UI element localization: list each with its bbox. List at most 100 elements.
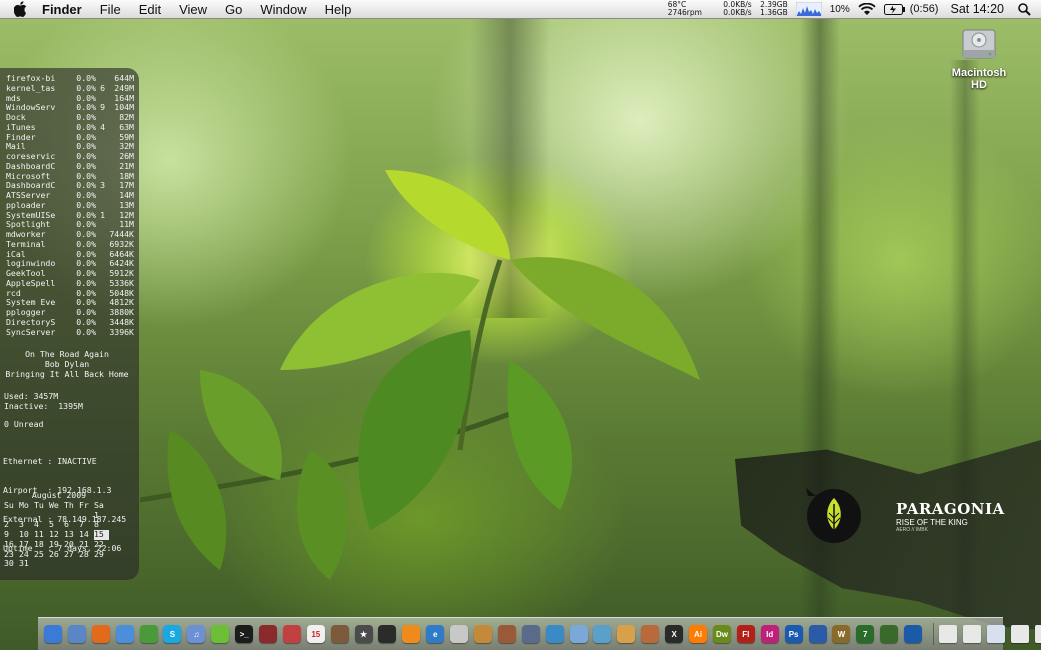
process-list: firefox-bi 0.0% 644M kernel_tas 0.0% 6 249M mds… bbox=[6, 73, 134, 338]
battery-charging-icon[interactable] bbox=[883, 3, 906, 15]
finder-icon[interactable] bbox=[44, 625, 62, 643]
menu-file[interactable]: File bbox=[100, 2, 121, 17]
process-threads: 9 bbox=[100, 102, 105, 113]
indesign-icon[interactable]: Id bbox=[760, 625, 779, 643]
network-monitor[interactable]: 0.0KB/s 0.0KB/s bbox=[718, 1, 751, 17]
menu-help[interactable]: Help bbox=[325, 2, 352, 17]
process-name: WindowServ bbox=[6, 103, 56, 113]
process-threads bbox=[96, 191, 105, 201]
process-threads bbox=[96, 250, 105, 260]
process-threads bbox=[96, 279, 105, 289]
calendar-day: 27 bbox=[64, 548, 74, 559]
firefox-icon[interactable] bbox=[91, 625, 110, 643]
process-name: iCal bbox=[6, 249, 26, 259]
process-name: GeekTool bbox=[6, 269, 46, 278]
menu-clock[interactable]: Sat 14:20 bbox=[950, 2, 1004, 16]
battery-percent: 10% bbox=[829, 3, 850, 15]
process-row: Microsoft 0.0% 18M bbox=[6, 171, 134, 182]
temperature-monitor[interactable]: 68°C 2746rpm bbox=[668, 1, 710, 17]
safari-icon[interactable] bbox=[115, 625, 134, 643]
process-name: coreservic bbox=[6, 152, 56, 161]
document-stack-icon[interactable] bbox=[1010, 625, 1029, 643]
process-row: ATSServer 0.0% 14M bbox=[6, 190, 134, 201]
process-threads bbox=[96, 240, 105, 250]
process-name: Finder bbox=[6, 132, 36, 142]
process-row: Finder 0.0% 59M bbox=[6, 132, 134, 143]
mail-icon[interactable] bbox=[569, 625, 588, 643]
calendar-day: 29 bbox=[94, 548, 104, 559]
menu-view[interactable]: View bbox=[179, 2, 207, 17]
keynote-icon[interactable] bbox=[497, 625, 516, 643]
itunes-icon[interactable]: ♫ bbox=[187, 625, 206, 643]
cpu-graph-icon[interactable] bbox=[795, 2, 822, 16]
document-stack-icon[interactable] bbox=[962, 625, 981, 643]
desktop-icon-macintosh-hd[interactable]: Macintosh HD bbox=[944, 24, 1014, 91]
process-threads: 6 bbox=[100, 82, 105, 93]
iphoto-icon[interactable] bbox=[330, 625, 349, 643]
calendar: August 2009 Su Mo Tu We Th Fr Sa 1 2 3 4 5 6 7 8 9 10 11… bbox=[4, 490, 114, 570]
photo-booth-icon[interactable] bbox=[259, 625, 278, 643]
document-stack-icon[interactable] bbox=[986, 625, 1005, 643]
illustrator-icon[interactable]: Ai bbox=[689, 625, 708, 643]
graph-icon[interactable] bbox=[545, 625, 564, 643]
dock: S ♫ >_ 15 ★ e X Ai Dw Fl Id Ps W 7 bbox=[38, 617, 1041, 650]
process-name: mdworker bbox=[6, 230, 46, 239]
stack-icon[interactable] bbox=[593, 625, 612, 643]
folder-icon[interactable] bbox=[617, 625, 636, 643]
process-name: rcd bbox=[6, 288, 21, 298]
dreamweaver-icon[interactable]: Dw bbox=[712, 625, 731, 643]
calendar-day bbox=[94, 559, 109, 569]
process-threads: 3 bbox=[100, 180, 105, 191]
process-cpu: 0.0% bbox=[76, 326, 96, 337]
imovie-icon[interactable]: ★ bbox=[354, 625, 373, 643]
photoshop-icon[interactable]: Ps bbox=[784, 625, 803, 643]
apple-menu-icon[interactable] bbox=[14, 1, 30, 17]
menu-bar: Finder File Edit View Go Window Help 68°… bbox=[0, 0, 1041, 19]
calendar-days: 1 2 3 4 5 6 7 8 9 10 11 12 13 14 15 16 17 18 19 20 21 22 23 24 2… bbox=[4, 510, 114, 570]
preview-icon[interactable] bbox=[67, 625, 86, 643]
process-threads bbox=[96, 133, 105, 143]
menu-edit[interactable]: Edit bbox=[139, 2, 161, 17]
calendar-day: 31 bbox=[19, 558, 29, 569]
spotify-icon[interactable] bbox=[211, 625, 230, 643]
menu-window[interactable]: Window bbox=[260, 2, 306, 17]
ie-icon[interactable]: e bbox=[426, 625, 445, 643]
wow-icon[interactable]: W bbox=[832, 625, 851, 643]
ipod-icon[interactable] bbox=[450, 625, 469, 643]
process-threads bbox=[96, 230, 105, 240]
skype-icon[interactable]: S bbox=[163, 625, 182, 643]
final-cut-icon[interactable] bbox=[378, 625, 397, 643]
wifi-icon[interactable] bbox=[858, 2, 876, 16]
brush-stroke-decoration bbox=[735, 440, 1041, 630]
plant-icon[interactable] bbox=[880, 625, 899, 643]
spotlight-search-icon[interactable] bbox=[1018, 2, 1031, 16]
flash-icon[interactable]: Fl bbox=[736, 625, 755, 643]
ical-icon[interactable]: 15 bbox=[306, 625, 325, 643]
wallpaper-credit: AERO // IMBK bbox=[896, 527, 928, 533]
pen-icon[interactable] bbox=[521, 625, 540, 643]
menu-go[interactable]: Go bbox=[225, 2, 242, 17]
adium-icon[interactable] bbox=[139, 625, 158, 643]
terminal-icon[interactable]: >_ bbox=[235, 625, 254, 643]
process-row: iTunes 0.0% 4 63M bbox=[6, 122, 134, 133]
download-icon[interactable] bbox=[904, 625, 923, 643]
now-playing: On The Road Again Bob Dylan Bringing It … bbox=[0, 349, 134, 379]
coda-icon[interactable]: 7 bbox=[856, 625, 875, 643]
process-name: SystemUISe bbox=[6, 210, 56, 220]
process-threads bbox=[96, 318, 105, 328]
garageband-icon[interactable] bbox=[474, 625, 493, 643]
process-threads bbox=[96, 220, 105, 230]
ichat-icon[interactable] bbox=[282, 625, 301, 643]
xbox-icon[interactable]: X bbox=[665, 625, 684, 643]
disk-monitor[interactable]: 2.39GB 1.36GB bbox=[760, 1, 788, 17]
process-row: SyncServer 0.0% 3396K bbox=[6, 326, 134, 338]
wallpaper-title: PARAGONIA bbox=[896, 500, 1005, 518]
calendar-weekday: Tu bbox=[34, 499, 44, 510]
menu-app-finder[interactable]: Finder bbox=[42, 2, 82, 17]
globe-icon[interactable] bbox=[808, 625, 827, 643]
menu-extras: 68°C 2746rpm 0.0KB/s 0.0KB/s 2.39GB 1.36… bbox=[668, 0, 1041, 18]
document-stack-icon[interactable] bbox=[938, 625, 957, 643]
tools-icon[interactable] bbox=[641, 625, 660, 643]
vlc-icon[interactable] bbox=[402, 625, 421, 643]
document-stack-icon[interactable] bbox=[1034, 625, 1041, 643]
